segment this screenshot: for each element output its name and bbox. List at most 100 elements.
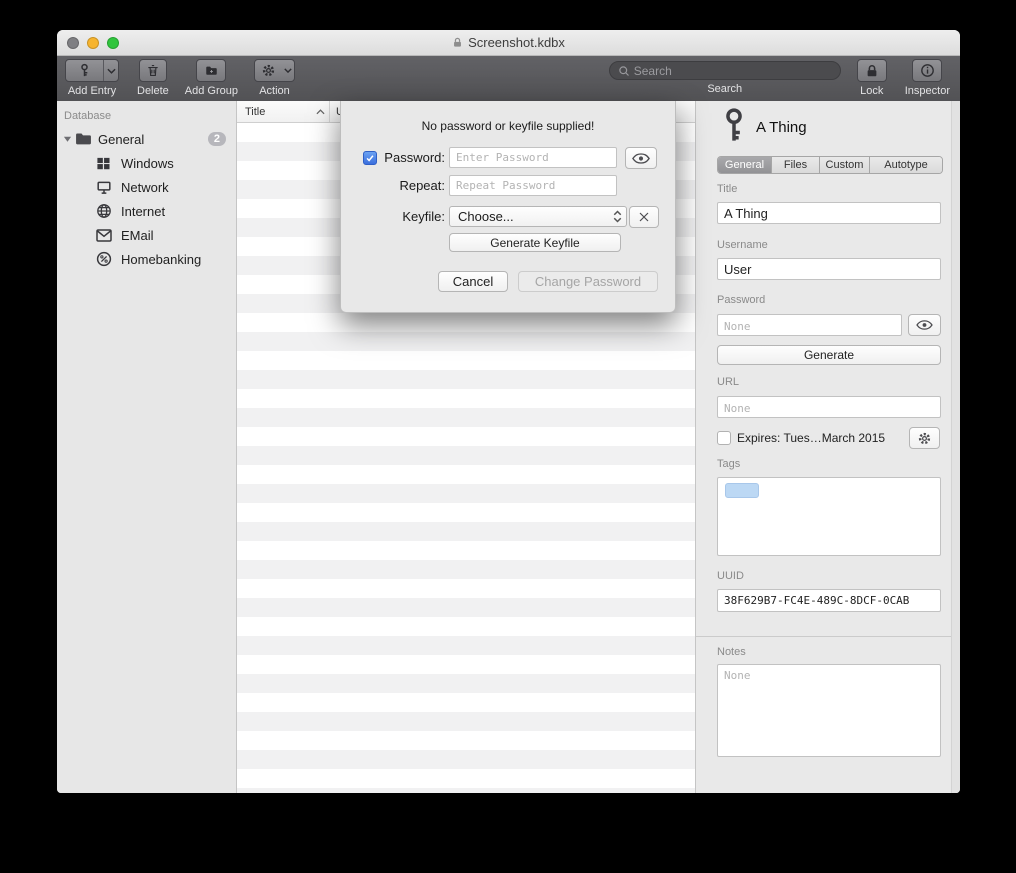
toolbar-item-add-group: Add Group — [185, 59, 238, 97]
title-input[interactable] — [717, 202, 941, 224]
sidebar-item-windows[interactable]: Windows — [57, 151, 236, 175]
sidebar-item-label: Windows — [121, 156, 174, 171]
inspector-panel: A Thing General Files Custom Autotype Ti… — [695, 101, 960, 793]
gear-icon — [255, 60, 282, 81]
document-lock-icon — [452, 37, 463, 48]
delete-label: Delete — [137, 85, 169, 97]
tags-label: Tags — [717, 458, 740, 470]
tag-chip[interactable] — [725, 483, 759, 498]
entry-title: A Thing — [756, 119, 807, 136]
window-title: Screenshot.kdbx — [468, 35, 565, 50]
expires-checkbox[interactable] — [717, 431, 731, 445]
sidebar-item-homebanking[interactable]: Homebanking — [57, 247, 236, 271]
username-field-label: Username — [717, 239, 768, 251]
window-title-group: Screenshot.kdbx — [452, 35, 565, 50]
reveal-password-button[interactable] — [908, 314, 941, 336]
keyfile-dropdown-value: Choose... — [458, 209, 514, 224]
eye-icon — [632, 153, 650, 164]
add-group-button[interactable] — [196, 59, 226, 82]
sidebar-group-general[interactable]: General 2 — [57, 127, 236, 151]
expires-settings-button[interactable] — [909, 427, 940, 449]
inspector-button[interactable] — [912, 59, 942, 82]
envelope-icon — [96, 227, 113, 244]
action-button[interactable] — [254, 59, 295, 82]
sidebar-group-label: General — [98, 132, 144, 147]
sidebar-item-label: Homebanking — [121, 252, 201, 267]
generate-keyfile-button[interactable]: Generate Keyfile — [449, 233, 621, 252]
percent-coin-icon — [96, 251, 113, 268]
sheet-keyfile-label: Keyfile: — [341, 206, 445, 228]
uuid-field-label: UUID — [717, 570, 744, 582]
sidebar-item-internet[interactable]: Internet — [57, 199, 236, 223]
password-checkbox[interactable] — [363, 151, 377, 165]
check-icon — [365, 153, 375, 163]
sidebar-item-network[interactable]: Network — [57, 175, 236, 199]
search-input[interactable] — [634, 64, 832, 78]
chevron-down-icon[interactable] — [103, 60, 118, 81]
title-field-label: Title — [717, 183, 737, 195]
close-x-icon — [638, 211, 650, 223]
keyfile-dropdown[interactable]: Choose... — [449, 206, 627, 227]
password-row: Password: — [341, 147, 675, 169]
toolbar-item-delete: Delete — [137, 59, 169, 97]
username-input[interactable] — [717, 258, 941, 280]
cancel-button[interactable]: Cancel — [438, 271, 508, 292]
lock-icon — [865, 64, 879, 78]
toolbar-item-search: Search — [609, 59, 841, 95]
monitor-icon — [96, 179, 113, 196]
add-entry-label: Add Entry — [68, 85, 116, 97]
sidebar: Database General 2 Windows — [57, 101, 237, 793]
inspector-scrollbar[interactable] — [951, 101, 960, 793]
section-divider — [696, 636, 951, 637]
add-group-label: Add Group — [185, 85, 238, 97]
folder-icon — [75, 131, 94, 148]
clear-keyfile-button[interactable] — [629, 206, 659, 228]
sidebar-item-label: Internet — [121, 204, 165, 219]
globe-icon — [96, 203, 113, 220]
stepper-arrows-icon — [613, 210, 622, 223]
close-button[interactable] — [67, 37, 79, 49]
toolbar-item-action: Action — [254, 59, 295, 97]
sort-ascending-icon — [316, 109, 325, 115]
repeat-row: Repeat: — [341, 175, 675, 197]
window-controls — [67, 37, 119, 49]
folder-plus-icon — [204, 64, 219, 78]
inspector-label: Inspector — [905, 85, 950, 97]
search-field[interactable] — [609, 61, 841, 80]
tab-files[interactable]: Files — [772, 157, 820, 173]
action-label: Action — [259, 85, 290, 97]
windows-icon — [96, 155, 113, 172]
sidebar-item-email[interactable]: EMail — [57, 223, 236, 247]
sheet-reveal-password-button[interactable] — [625, 147, 657, 169]
tab-custom[interactable]: Custom — [820, 157, 870, 173]
minimize-button[interactable] — [87, 37, 99, 49]
generate-password-button[interactable]: Generate — [717, 345, 941, 365]
search-icon — [618, 65, 630, 77]
tab-autotype[interactable]: Autotype — [870, 157, 942, 173]
tab-general[interactable]: General — [718, 157, 772, 173]
change-password-button[interactable]: Change Password — [518, 271, 658, 292]
title-bar: Screenshot.kdbx — [57, 30, 960, 56]
sheet-repeat-input[interactable] — [449, 175, 617, 196]
expires-row: Expires: Tues…March 2015 — [717, 431, 885, 445]
disclosure-triangle-icon[interactable] — [63, 135, 75, 143]
chevron-down-icon — [282, 60, 294, 81]
sheet-password-label: Password: — [377, 147, 445, 169]
toolbar-item-lock: Lock — [857, 59, 887, 97]
eye-icon — [916, 320, 933, 330]
zoom-button[interactable] — [107, 37, 119, 49]
password-input[interactable] — [717, 314, 902, 336]
uuid-input[interactable] — [717, 589, 941, 612]
change-password-sheet: No password or keyfile supplied! Passwor… — [340, 101, 676, 313]
notes-field-label: Notes — [717, 646, 746, 658]
gear-icon — [917, 431, 932, 446]
tags-box[interactable] — [717, 477, 941, 556]
lock-button[interactable] — [857, 59, 887, 82]
sheet-password-input[interactable] — [449, 147, 617, 168]
add-entry-button[interactable] — [65, 59, 119, 82]
search-label: Search — [707, 83, 742, 95]
url-input[interactable] — [717, 396, 941, 418]
column-header-title[interactable]: Title — [237, 101, 330, 122]
notes-textarea[interactable] — [717, 664, 941, 757]
delete-button[interactable] — [139, 59, 167, 82]
